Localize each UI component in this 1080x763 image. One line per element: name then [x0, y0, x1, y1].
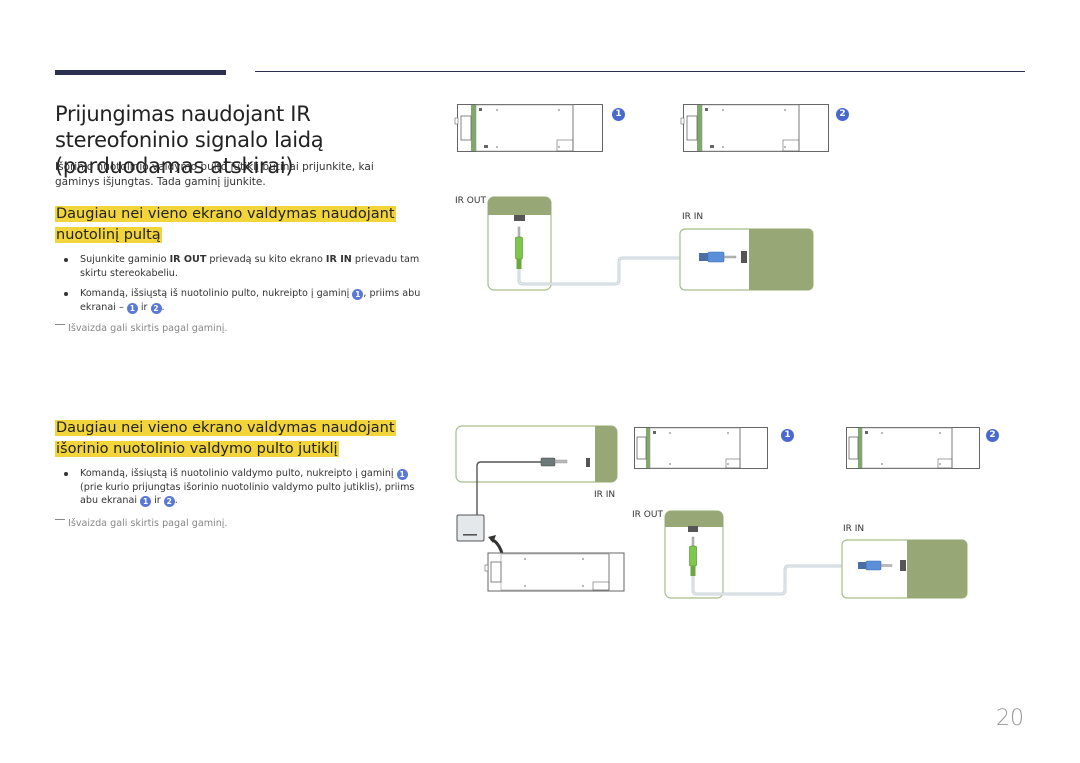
- display-back-1: [454, 104, 603, 152]
- ir-in-term: IR IN: [325, 254, 352, 265]
- header-accent-bar: [55, 70, 226, 75]
- note-dash: [55, 324, 65, 325]
- ir-cable-diagram-1: [487, 196, 814, 291]
- header-rule: [255, 71, 1025, 72]
- badge-2-icon: 2: [836, 108, 849, 121]
- badge-2-icon: 2: [150, 302, 162, 314]
- section2-bullets: Komandą, išsiųstą iš nuotolinio valdymo …: [60, 467, 430, 515]
- ir-out-term: IR OUT: [169, 254, 207, 265]
- section1-heading-text: Daugiau nei vieno ekrano valdymas naudoj…: [55, 206, 396, 243]
- section1-bullet-1: Sujunkite gaminio IR OUT prievadą su kit…: [60, 253, 430, 280]
- badge-1-icon: 1: [612, 108, 625, 121]
- ir-out-label: IR OUT: [455, 196, 486, 206]
- sensor-ir-in-label: IR IN: [594, 490, 616, 500]
- badge-2-icon: 2: [163, 496, 175, 507]
- section1-heading: Daugiau nei vieno ekrano valdymas naudoj…: [55, 204, 415, 246]
- display-back-2b: [846, 427, 980, 469]
- section2-note: Išvaizda gali skirtis pagal gaminį.: [55, 517, 228, 530]
- badge-1-icon: 1: [781, 429, 794, 442]
- badge-1-icon: 1: [126, 302, 138, 314]
- text: Komandą, išsiųstą iš nuotolinio pulto, n…: [80, 288, 353, 299]
- text: (prie kurio prijungtas išorinio nuotolin…: [80, 481, 415, 507]
- text: Komandą, išsiųstą iš nuotolinio valdymo …: [80, 468, 397, 479]
- section2-bullet-1: Komandą, išsiųstą iš nuotolinio valdymo …: [60, 467, 430, 508]
- section2-heading: Daugiau nei vieno ekrano valdymas naudoj…: [55, 418, 415, 460]
- section1-bullet-2: Komandą, išsiųstą iš nuotolinio pulto, n…: [60, 287, 430, 314]
- display-back-1b: [634, 427, 768, 469]
- ir-cable-diagram-2: [664, 510, 968, 599]
- note-text: Išvaizda gali skirtis pagal gaminį.: [68, 323, 228, 334]
- section1-bullets: Sujunkite gaminio IR OUT prievadą su kit…: [60, 253, 430, 321]
- page-number: 20: [996, 706, 1024, 731]
- badge-1-icon: 1: [396, 469, 408, 480]
- text: .: [174, 495, 178, 506]
- badge-1-icon: 1: [140, 496, 152, 507]
- display-back-2: [680, 104, 829, 152]
- note-text: Išvaizda gali skirtis pagal gaminį.: [68, 518, 228, 529]
- text: Sujunkite gaminio: [80, 254, 170, 265]
- section1-note: Išvaizda gali skirtis pagal gaminį.: [55, 322, 228, 335]
- badge-2-icon: 2: [986, 429, 999, 442]
- note-dash: [55, 519, 65, 520]
- section2-heading-text: Daugiau nei vieno ekrano valdymas naudoj…: [55, 420, 396, 457]
- text: ir: [137, 301, 151, 313]
- ir-sensor-diagram: [455, 425, 625, 592]
- text: prievadą su kito ekrano: [206, 254, 326, 265]
- ir-out-label-2: IR OUT: [632, 510, 663, 520]
- badge-1-icon: 1: [352, 289, 364, 300]
- intro-text: Išorinio nuotolinio valdymo pulto jutikl…: [55, 161, 374, 188]
- text: ir: [151, 495, 164, 506]
- text: .: [161, 301, 165, 313]
